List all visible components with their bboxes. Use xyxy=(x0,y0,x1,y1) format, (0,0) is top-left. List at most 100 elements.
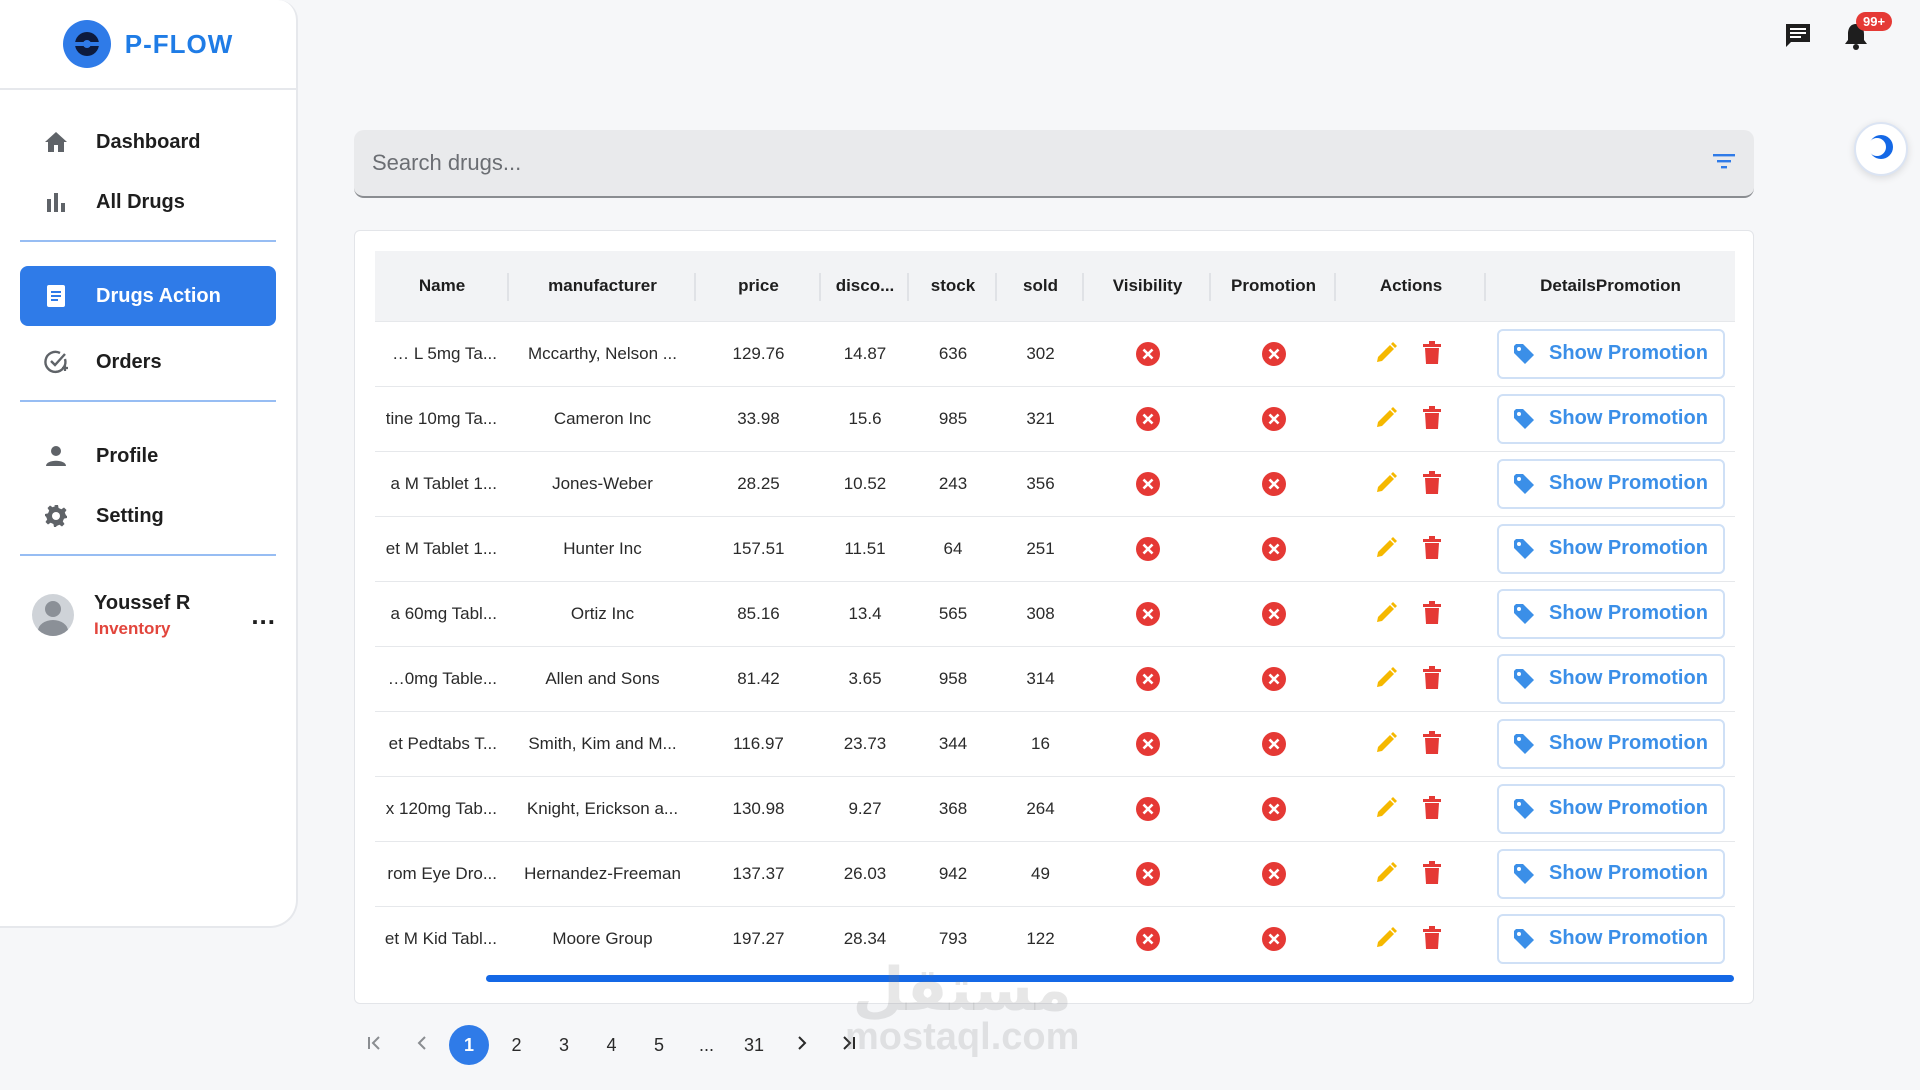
promotion-off-icon[interactable] xyxy=(1261,406,1287,432)
promotion-off-icon[interactable] xyxy=(1261,796,1287,822)
delete-icon[interactable] xyxy=(1422,340,1448,367)
show-promotion-button[interactable]: Show Promotion xyxy=(1496,913,1725,964)
table-row[interactable]: tine 10mg Ta... Cameron Inc 33.98 15.6 985 32… xyxy=(375,385,1735,451)
next-page-button[interactable] xyxy=(782,1025,822,1065)
edit-icon[interactable] xyxy=(1374,536,1400,562)
column-header[interactable]: sold xyxy=(997,251,1084,321)
visibility-off-icon[interactable] xyxy=(1135,471,1161,497)
more-options-icon[interactable]: ... xyxy=(251,600,276,631)
notifications-button[interactable]: 99+ xyxy=(1840,12,1893,54)
promotion-off-icon[interactable] xyxy=(1261,601,1287,627)
promotion-off-icon[interactable] xyxy=(1261,471,1287,497)
delete-icon[interactable] xyxy=(1422,860,1448,887)
visibility-off-icon[interactable] xyxy=(1135,341,1161,367)
messages-button[interactable] xyxy=(1782,22,1814,54)
promotion-off-icon[interactable] xyxy=(1261,536,1287,562)
column-header[interactable]: price xyxy=(696,251,821,321)
page-button[interactable]: 3 xyxy=(544,1025,584,1065)
column-header[interactable]: manufacturer xyxy=(509,251,696,321)
sidebar-item-orders[interactable]: Orders xyxy=(20,332,276,392)
edit-icon[interactable] xyxy=(1374,341,1400,367)
edit-icon[interactable] xyxy=(1374,601,1400,627)
show-promotion-button[interactable]: Show Promotion xyxy=(1496,588,1725,639)
show-promotion-button[interactable]: Show Promotion xyxy=(1496,458,1725,509)
table-row[interactable]: a 60mg Tabl... Ortiz Inc 85.16 13.4 565 308 Sh… xyxy=(375,580,1735,646)
drug-name-cell: 1 10mg Table... xyxy=(375,645,509,711)
table-row[interactable]: tine L 5mg Ta... Mccarthy, Nelson ... 129.… xyxy=(375,320,1735,386)
page-button[interactable]: 31 xyxy=(734,1025,774,1065)
delete-icon[interactable] xyxy=(1422,600,1448,627)
show-promotion-button[interactable]: Show Promotion xyxy=(1496,393,1725,444)
column-header[interactable]: DetailsPromotion xyxy=(1486,251,1735,321)
show-promotion-button[interactable]: Show Promotion xyxy=(1496,718,1725,769)
show-promotion-button[interactable]: Show Promotion xyxy=(1496,523,1725,574)
edit-icon[interactable] xyxy=(1374,796,1400,822)
table-scroll-area[interactable]: Name manufacturer price disco... stock sold Vi… xyxy=(375,251,1735,971)
column-header[interactable]: Name xyxy=(375,251,509,321)
visibility-off-icon[interactable] xyxy=(1135,861,1161,887)
promotion-off-icon[interactable] xyxy=(1261,861,1287,887)
visibility-off-icon[interactable] xyxy=(1135,731,1161,757)
brand[interactable]: P-FLOW xyxy=(0,0,296,90)
table-row[interactable]: et M Tablet 1... Hunter Inc 157.51 11.51 64 2… xyxy=(375,515,1735,581)
prev-page-button[interactable] xyxy=(402,1025,442,1065)
show-promotion-button[interactable]: Show Promotion xyxy=(1496,783,1725,834)
page-button[interactable]: 5 xyxy=(639,1025,679,1065)
promotion-off-icon[interactable] xyxy=(1261,341,1287,367)
promotion-off-icon[interactable] xyxy=(1261,926,1287,952)
page-button[interactable]: 4 xyxy=(592,1025,632,1065)
table-row[interactable]: 1 10mg Table... Allen and Sons 81.42 3.65 95… xyxy=(375,645,1735,711)
show-promotion-button[interactable]: Show Promotion xyxy=(1496,848,1725,899)
delete-icon[interactable] xyxy=(1422,535,1448,562)
delete-icon[interactable] xyxy=(1422,665,1448,692)
delete-icon[interactable] xyxy=(1422,925,1448,952)
sidebar-item-setting[interactable]: Setting xyxy=(20,486,276,546)
filter-icon[interactable] xyxy=(1712,152,1736,175)
edit-icon[interactable] xyxy=(1374,471,1400,497)
table-row[interactable]: a M Tablet 1... Jones-Weber 28.25 10.52 243 3… xyxy=(375,450,1735,516)
horizontal-scrollbar[interactable] xyxy=(486,975,1734,982)
user-profile[interactable]: Youssef R Inventory ... xyxy=(0,580,296,650)
edit-icon[interactable] xyxy=(1374,861,1400,887)
page-button[interactable]: 1 xyxy=(449,1025,489,1065)
edit-icon[interactable] xyxy=(1374,926,1400,952)
stock-cell: 344 xyxy=(909,710,997,776)
sidebar-item-label: All Drugs xyxy=(96,190,185,213)
show-promotion-label: Show Promotion xyxy=(1549,927,1708,950)
visibility-off-icon[interactable] xyxy=(1135,796,1161,822)
promotion-off-icon[interactable] xyxy=(1261,731,1287,757)
last-page-button[interactable] xyxy=(829,1025,869,1065)
sidebar-item-dashboard[interactable]: Dashboard xyxy=(20,112,276,172)
visibility-off-icon[interactable] xyxy=(1135,536,1161,562)
visibility-off-icon[interactable] xyxy=(1135,666,1161,692)
sidebar-item-all-drugs[interactable]: All Drugs xyxy=(20,172,276,232)
first-page-button[interactable] xyxy=(354,1025,394,1065)
table-row[interactable]: et Pedtabs T... Smith, Kim and M... 116.97… xyxy=(375,710,1735,776)
visibility-off-icon[interactable] xyxy=(1135,406,1161,432)
delete-icon[interactable] xyxy=(1422,405,1448,432)
column-header[interactable]: stock xyxy=(909,251,997,321)
sidebar-item-drugs-action[interactable]: Drugs Action xyxy=(20,266,276,326)
show-promotion-button[interactable]: Show Promotion xyxy=(1496,328,1725,379)
page-button[interactable]: 2 xyxy=(497,1025,537,1065)
column-header[interactable]: Promotion xyxy=(1211,251,1336,321)
sidebar-item-profile[interactable]: Profile xyxy=(20,426,276,486)
show-promotion-button[interactable]: Show Promotion xyxy=(1496,653,1725,704)
delete-icon[interactable] xyxy=(1422,470,1448,497)
edit-icon[interactable] xyxy=(1374,666,1400,692)
delete-icon[interactable] xyxy=(1422,730,1448,757)
column-header[interactable]: Actions xyxy=(1336,251,1486,321)
column-header[interactable]: disco... xyxy=(821,251,909,321)
promotion-off-icon[interactable] xyxy=(1261,666,1287,692)
column-header[interactable]: Visibility xyxy=(1084,251,1211,321)
search-input[interactable] xyxy=(372,150,1712,176)
delete-icon[interactable] xyxy=(1422,795,1448,822)
visibility-off-icon[interactable] xyxy=(1135,926,1161,952)
table-row[interactable]: x 120mg Tab... Knight, Erickson a... 130.9… xyxy=(375,775,1735,841)
visibility-off-icon[interactable] xyxy=(1135,601,1161,627)
table-row[interactable]: rom Eye Dro... Hernandez-Freeman 137.37 26.… xyxy=(375,840,1735,906)
edit-icon[interactable] xyxy=(1374,731,1400,757)
table-row[interactable]: et M Kid Tabl... Moore Group 197.27 28.34 79… xyxy=(375,905,1735,971)
theme-toggle-button[interactable] xyxy=(1854,122,1908,176)
edit-icon[interactable] xyxy=(1374,406,1400,432)
